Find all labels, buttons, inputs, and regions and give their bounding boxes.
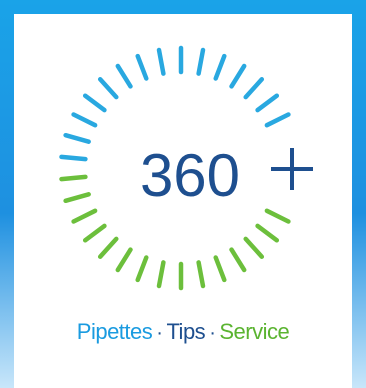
ray xyxy=(71,112,98,128)
ray xyxy=(229,247,247,273)
ray xyxy=(264,112,291,128)
ray xyxy=(229,63,247,89)
ray xyxy=(82,93,107,113)
logo-number: 360 xyxy=(140,142,240,209)
ray xyxy=(196,47,206,76)
ray xyxy=(213,255,227,283)
ray xyxy=(63,132,91,144)
ray xyxy=(264,208,291,224)
ray xyxy=(196,260,206,289)
ray xyxy=(135,53,149,81)
tagline-tips: Tips xyxy=(166,319,206,344)
ray xyxy=(82,223,107,243)
ray xyxy=(255,223,280,243)
ray xyxy=(97,77,119,100)
ray xyxy=(59,174,88,182)
tagline: Pipettes · Tips · Service xyxy=(0,319,366,345)
ray xyxy=(115,247,133,273)
ray xyxy=(71,208,98,224)
plus-icon xyxy=(271,148,313,190)
tagline-pipettes: Pipettes xyxy=(76,319,153,344)
tagline-service: Service xyxy=(219,319,290,344)
ray xyxy=(243,236,265,259)
ray xyxy=(135,255,149,283)
ray xyxy=(63,192,91,204)
ray xyxy=(243,77,265,100)
ray xyxy=(255,93,280,113)
ray xyxy=(156,47,166,76)
tagline-separator: · xyxy=(209,322,216,344)
ray xyxy=(115,63,133,89)
ray xyxy=(213,53,227,81)
ray xyxy=(156,260,166,289)
brand-frame: 360 Pipettes · Tips · Service xyxy=(0,0,366,388)
tagline-separator: · xyxy=(156,322,163,344)
ray xyxy=(59,154,88,162)
ray xyxy=(97,236,119,259)
